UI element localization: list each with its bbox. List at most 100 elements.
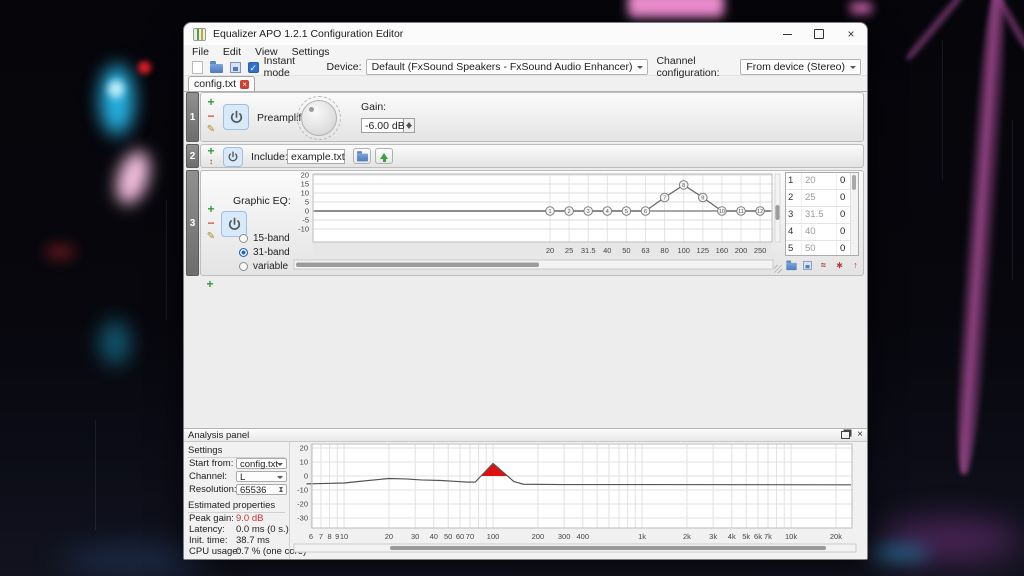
band-table-row[interactable]: 2250 [786, 190, 858, 207]
minimize-button[interactable] [771, 23, 803, 45]
add-filter-button[interactable]: + [205, 96, 217, 108]
tab-close-button[interactable]: × [240, 80, 249, 89]
expand-icon[interactable]: ↕ [205, 156, 217, 168]
save-file-button[interactable] [229, 60, 243, 74]
power-icon [227, 217, 242, 232]
gain-spin-arrows[interactable] [404, 118, 415, 133]
row3-number-strip[interactable]: 3 [186, 170, 199, 276]
svg-text:2: 2 [568, 209, 571, 215]
ground-glow-cyan [870, 545, 930, 561]
graph-resize-grip[interactable] [774, 265, 782, 273]
svg-text:-30: -30 [297, 514, 308, 523]
row-number: 2 [190, 151, 196, 162]
table-scrollbar[interactable] [850, 173, 858, 255]
maximize-icon [814, 29, 824, 39]
open-file-button[interactable] [209, 60, 223, 74]
channel-label: Channel: [189, 471, 236, 482]
resolution-spinbox[interactable]: 65536 [236, 484, 287, 495]
svg-text:4: 4 [606, 209, 609, 215]
analysis-panel-header[interactable]: Analysis panel × [184, 429, 867, 442]
svg-text:63: 63 [641, 246, 649, 255]
remove-filter-button[interactable]: − [205, 217, 217, 229]
row-preamplification: + − ✎ Preamplification: Gain: -6.00 dB [200, 92, 864, 142]
radio-dot[interactable] [239, 248, 248, 257]
export-file-icon[interactable] [801, 259, 814, 271]
band-table-row[interactable]: 5500 [786, 241, 858, 256]
resolution-value: 65536 [240, 485, 266, 496]
svg-text:100: 100 [487, 532, 500, 541]
channel-config-value: From device (Stereo) [746, 61, 845, 73]
save-icon [803, 261, 812, 270]
power-icon [227, 151, 239, 163]
menu-file[interactable]: File [192, 46, 209, 58]
folder-icon [786, 262, 796, 269]
power-toggle[interactable] [223, 104, 249, 130]
reset-response-icon[interactable]: ↑ [849, 259, 862, 271]
open-folder-icon [356, 153, 367, 161]
street-glow-left [100, 320, 130, 365]
row1-number-strip[interactable]: 1 [186, 92, 199, 142]
float-panel-icon[interactable] [841, 431, 850, 439]
close-icon: × [847, 27, 854, 41]
maximize-button[interactable] [803, 23, 835, 45]
band-table-row[interactable]: 4400 [786, 224, 858, 241]
svg-text:30: 30 [411, 532, 419, 541]
svg-text:-5: -5 [302, 216, 309, 225]
app-icon [193, 28, 206, 41]
svg-text:10k: 10k [785, 532, 797, 541]
band-number: 2 [786, 190, 801, 206]
radio-variable[interactable]: variable [239, 259, 290, 273]
browse-file-button[interactable] [353, 148, 371, 164]
svg-text:0: 0 [304, 472, 308, 481]
new-file-button[interactable] [190, 60, 204, 74]
radio-31-band[interactable]: 31-band [239, 245, 290, 259]
add-row-button[interactable]: + [204, 278, 216, 290]
channel-select[interactable]: L [236, 471, 287, 482]
edit-filter-icon[interactable]: ✎ [205, 231, 217, 243]
band-number: 5 [786, 241, 801, 256]
channel-config-select[interactable]: From device (Stereo) [740, 59, 861, 75]
edit-filter-icon[interactable]: ✎ [205, 124, 217, 136]
svg-text:160: 160 [716, 246, 729, 255]
band-table-row[interactable]: 1200 [786, 173, 858, 190]
open-include-button[interactable] [375, 148, 393, 164]
menu-edit[interactable]: Edit [223, 46, 241, 58]
neon-sign-top-small [850, 2, 872, 14]
band-table-row[interactable]: 331.50 [786, 207, 858, 224]
radio-15-band[interactable]: 15-band [239, 231, 290, 245]
analysis-settings-column: Settings Start from: config.txt Channel:… [184, 442, 290, 559]
remove-filter-button[interactable]: − [205, 110, 217, 122]
svg-text:4k: 4k [728, 532, 736, 541]
instant-mode-checkbox[interactable]: ✓ [248, 62, 259, 73]
device-select[interactable]: Default (FxSound Speakers - FxSound Audi… [366, 59, 649, 75]
close-panel-icon[interactable]: × [857, 430, 863, 440]
graphic-eq-graph[interactable]: 20151050-5-10202531.54050638010012516020… [291, 172, 782, 272]
radio-dot[interactable] [239, 234, 248, 243]
analysis-response-graph[interactable]: 20100-10-20-3067891020304050607010020030… [292, 442, 858, 554]
power-toggle[interactable] [223, 147, 243, 167]
gain-knob[interactable] [301, 100, 337, 136]
normalize-response-icon[interactable]: ∗ [833, 259, 846, 271]
close-button[interactable]: × [835, 23, 867, 45]
svg-text:200: 200 [735, 246, 748, 255]
include-file-input[interactable]: example.txt [287, 149, 345, 164]
radio-dot[interactable] [239, 262, 248, 271]
gain-label: Gain: [361, 101, 386, 113]
gain-value[interactable]: -6.00 dB [361, 118, 404, 133]
svg-text:12: 12 [757, 209, 763, 215]
invert-response-icon[interactable]: ≈ [817, 259, 830, 271]
import-file-icon[interactable] [785, 259, 798, 271]
band-gain-table[interactable]: 12002250331.50440055006630 [785, 172, 859, 256]
svg-text:7: 7 [663, 196, 666, 202]
new-file-icon [192, 61, 203, 74]
row2-number-strip[interactable]: 2 [186, 144, 199, 168]
window-titlebar[interactable]: Equalizer APO 1.2.1 Configuration Editor… [184, 23, 867, 45]
start-from-select[interactable]: config.txt [236, 458, 287, 469]
svg-text:80: 80 [660, 246, 668, 255]
tree-branch-left [902, 0, 969, 63]
properties-group-title: Estimated properties [188, 500, 285, 513]
add-filter-button[interactable]: + [205, 203, 217, 215]
gain-spinbox[interactable]: -6.00 dB [361, 118, 415, 133]
tab-config-txt[interactable]: config.txt × [188, 76, 255, 91]
svg-text:40: 40 [430, 532, 438, 541]
